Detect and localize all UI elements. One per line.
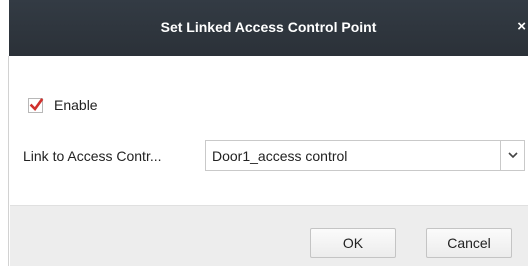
link-to-access-control-label: Link to Access Contr... xyxy=(23,148,162,164)
dialog-left-border xyxy=(0,56,9,266)
enable-row[interactable]: Enable xyxy=(28,96,98,114)
close-icon[interactable]: × xyxy=(517,18,526,35)
titlebar[interactable]: Set Linked Access Control Point × xyxy=(9,0,528,56)
dialog-body: Enable Link to Access Contr... Door1_acc… xyxy=(10,56,528,205)
dialog-footer: OK Cancel xyxy=(10,205,528,266)
cancel-button[interactable]: Cancel xyxy=(426,228,512,258)
chevron-down-icon xyxy=(508,152,518,159)
enable-checkbox[interactable] xyxy=(28,97,44,113)
dropdown-arrow-button[interactable] xyxy=(500,141,524,170)
enable-label: Enable xyxy=(54,97,98,113)
access-control-point-select[interactable]: Door1_access control xyxy=(205,140,525,171)
set-linked-access-control-point-dialog: Set Linked Access Control Point × Enable… xyxy=(0,0,528,266)
ok-button[interactable]: OK xyxy=(310,228,396,258)
select-value: Door1_access control xyxy=(212,148,348,164)
dialog-title: Set Linked Access Control Point xyxy=(160,19,377,35)
check-icon xyxy=(29,97,44,111)
